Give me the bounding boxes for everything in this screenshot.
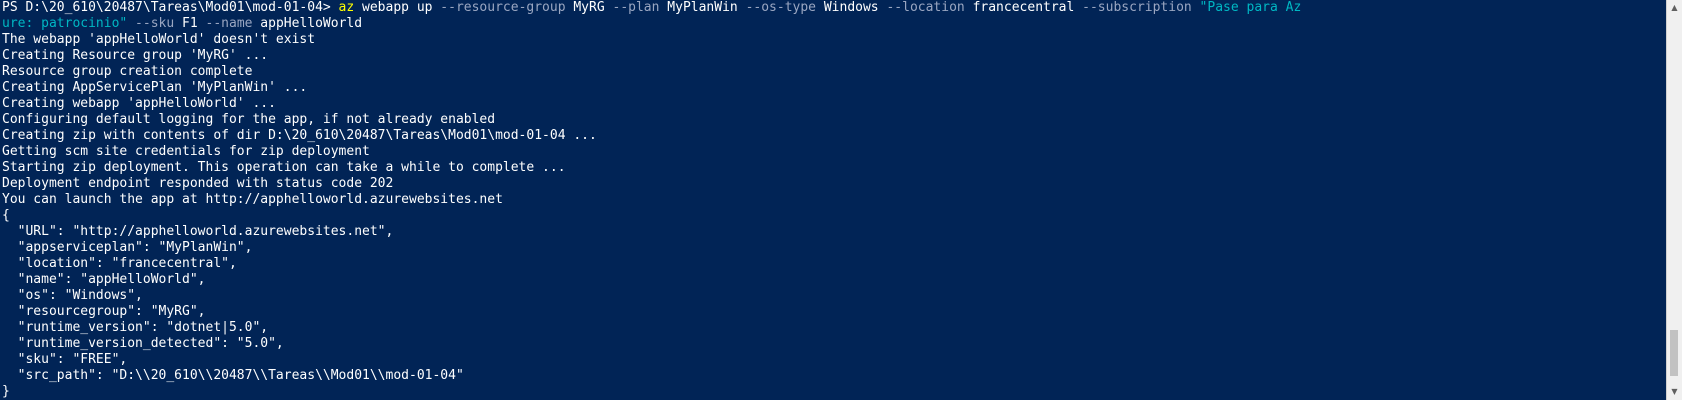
value-location: francecentral [964, 0, 1083, 15]
json-line: "runtime_version": "dotnet|5.0", [2, 320, 269, 335]
json-line: "sku": "FREE", [2, 352, 128, 367]
flag-sku: --sku [127, 16, 175, 31]
flag-name: --name [205, 16, 253, 31]
flag-os-type: --os-type [745, 0, 817, 15]
json-close-brace: } [2, 384, 10, 399]
flag-location: --location [886, 0, 965, 15]
json-line: "resourcegroup": "MyRG", [2, 304, 206, 319]
flag-plan: --plan [612, 0, 660, 15]
scroll-thumb[interactable] [1670, 330, 1678, 376]
flag-resource-group: --resource-group [440, 0, 566, 15]
prompt: PS D:\20_610\20487\Tareas\Mod01\mod-01-0… [2, 0, 339, 15]
command-tool: az [338, 0, 355, 15]
vertical-scrollbar[interactable]: ▲ ▼ [1666, 0, 1682, 400]
scroll-down-icon[interactable]: ▼ [1667, 384, 1682, 400]
flag-subscription: --subscription [1082, 0, 1192, 15]
output-line: Starting zip deployment. This operation … [2, 160, 566, 175]
output-line: Creating zip with contents of dir D:\20_… [2, 128, 597, 143]
scroll-up-icon[interactable]: ▲ [1667, 0, 1682, 16]
output-line: Configuring default logging for the app,… [2, 112, 496, 127]
powershell-terminal[interactable]: PS D:\20_610\20487\Tareas\Mod01\mod-01-0… [0, 0, 1682, 400]
command-line-row-1: PS D:\20_610\20487\Tareas\Mod01\mod-01-0… [2, 0, 1682, 16]
value-plan: MyPlanWin [659, 0, 746, 15]
output-line: Deployment endpoint responded with statu… [2, 176, 394, 191]
json-open-brace: { [2, 208, 10, 223]
output-line: You can launch the app at http://apphell… [2, 192, 503, 207]
value-sku: F1 [174, 16, 206, 31]
json-line: "runtime_version_detected": "5.0", [2, 336, 284, 351]
json-line: "URL": "http://apphelloworld.azurewebsit… [2, 224, 394, 239]
value-subscription-part2: ure: patrocinio" [2, 16, 128, 31]
value-os-type: Windows [816, 0, 887, 15]
command-line-row-2: ure: patrocinio" --sku F1 --name appHell… [2, 16, 1682, 32]
output-line: The webapp 'appHelloWorld' doesn't exist [2, 32, 316, 47]
json-line: "name": "appHelloWorld", [2, 272, 206, 287]
value-resource-group: MyRG [565, 0, 613, 15]
output-line: Creating webapp 'appHelloWorld' ... [2, 96, 276, 111]
output-line: Creating AppServicePlan 'MyPlanWin' ... [2, 80, 308, 95]
value-subscription-part1: "Pase para Az [1191, 0, 1302, 15]
output-line: Creating Resource group 'MyRG' ... [2, 48, 269, 63]
json-line: "appserviceplan": "MyPlanWin", [2, 240, 253, 255]
json-line: "os": "Windows", [2, 288, 143, 303]
output-line: Getting scm site credentials for zip dep… [2, 144, 370, 159]
command-args: webapp up [354, 0, 441, 15]
value-name: appHelloWorld [252, 16, 363, 31]
output-line: Resource group creation complete [2, 64, 253, 79]
json-line: "location": "francecentral", [2, 256, 237, 271]
json-line: "src_path": "D:\\20_610\\20487\\Tareas\\… [2, 368, 464, 383]
